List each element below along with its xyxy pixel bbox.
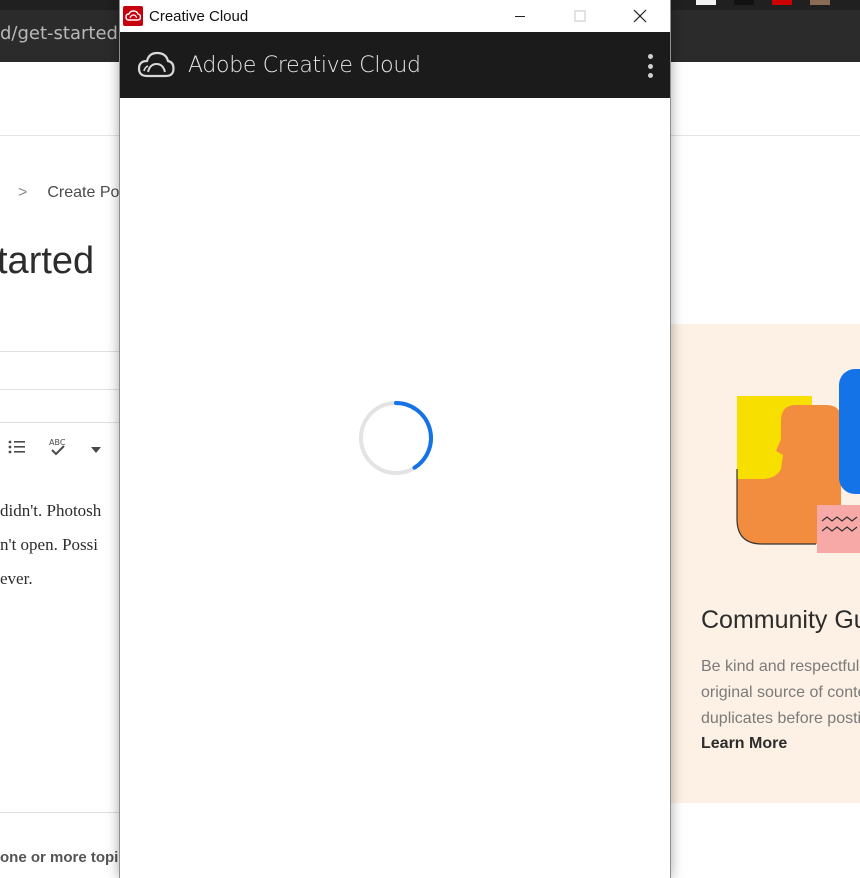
editor-line: didn't. Photosh (0, 501, 102, 520)
bulleted-list-icon[interactable] (8, 439, 26, 458)
divider (0, 812, 130, 813)
extension-icon[interactable] (772, 0, 792, 5)
browser-url[interactable]: d/get-started (0, 23, 118, 44)
close-icon (633, 9, 647, 23)
guidelines-line: Be kind and respectful, (701, 658, 860, 675)
divider (0, 389, 120, 390)
guidelines-line: original source of conte (701, 684, 860, 701)
menu-dot (647, 54, 653, 59)
creative-cloud-app-icon (123, 6, 143, 26)
editor-line: n't open. Possi (0, 535, 98, 554)
app-title: Adobe Creative Cloud (188, 53, 421, 78)
window-titlebar[interactable]: Creative Cloud (120, 0, 670, 32)
editor-toolbar: ABC (8, 437, 102, 460)
minimize-button[interactable] (490, 0, 550, 32)
divider (0, 422, 120, 423)
chevron-down-icon[interactable] (90, 441, 102, 457)
guidelines-body: Be kind and respectful, original source … (701, 654, 860, 732)
breadcrumb-current[interactable]: Create Pos (47, 184, 127, 202)
browser-extension-icons (696, 0, 830, 5)
divider (0, 351, 120, 352)
breadcrumb: > Create Pos (18, 184, 127, 202)
extension-icon[interactable] (810, 0, 830, 5)
loading-spinner (359, 401, 433, 475)
guidelines-title: Community Gu (701, 606, 860, 634)
extension-icon[interactable] (734, 0, 754, 5)
topics-label: one or more topi (0, 849, 119, 866)
maximize-button[interactable] (550, 0, 610, 32)
creative-cloud-window: Creative Cloud Adobe Creative Cloud (119, 0, 671, 878)
window-title: Creative Cloud (149, 8, 249, 25)
page-title: tarted (0, 240, 95, 282)
guidelines-line: duplicates before posti (701, 710, 860, 727)
post-body-editor[interactable]: didn't. Photosh n't open. Possi ever. (0, 494, 130, 596)
menu-dot (647, 73, 653, 78)
spellcheck-icon[interactable]: ABC (48, 437, 68, 460)
menu-dot (647, 63, 653, 69)
creative-cloud-logo-icon (137, 51, 175, 78)
community-guidelines-panel: Community Gu Be kind and respectful, ori… (670, 324, 860, 803)
learn-more-link[interactable]: Learn More (701, 735, 787, 753)
extension-icon[interactable] (696, 0, 716, 5)
editor-line: ever. (0, 569, 33, 588)
app-header: Adobe Creative Cloud (120, 32, 670, 98)
community-illustration (736, 369, 860, 553)
app-content (120, 98, 670, 878)
more-vertical-icon[interactable] (640, 52, 660, 80)
close-button[interactable] (610, 0, 670, 32)
breadcrumb-separator: > (18, 184, 28, 201)
spinner-arc (394, 401, 433, 470)
